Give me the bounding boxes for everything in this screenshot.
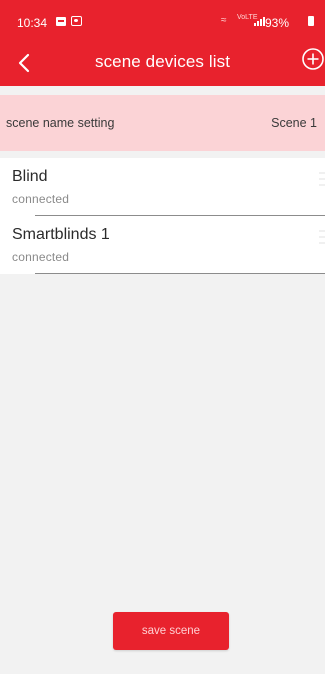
- device-status: connected: [12, 192, 70, 206]
- wifi-icon: ≈: [221, 15, 227, 26]
- scene-name-setting-label: scene name setting: [6, 116, 115, 130]
- battery-icon: [308, 16, 314, 26]
- drag-handle-icon[interactable]: [319, 230, 325, 254]
- device-name: Blind: [12, 168, 48, 185]
- app-notification-icon: [71, 16, 82, 26]
- device-status: connected: [12, 250, 70, 264]
- drag-handle-icon[interactable]: [319, 172, 325, 196]
- status-time: 10:34: [17, 16, 48, 30]
- battery-percentage: 93%: [265, 16, 290, 30]
- device-name: Smartblinds 1: [12, 226, 110, 243]
- page-title: scene devices list: [94, 52, 231, 71]
- list-item-device-blind[interactable]: Blind connected: [0, 158, 325, 216]
- plus-circle-icon: [302, 48, 324, 70]
- status-bar: 10:34 ≈ VoLTE 93%: [0, 0, 325, 44]
- chevron-left-icon: [18, 53, 30, 73]
- message-notification-icon: [56, 17, 66, 26]
- signal-icon: [254, 17, 265, 26]
- network-type-label: VoLTE: [237, 14, 258, 21]
- list-item-device-smartblinds-1[interactable]: Smartblinds 1 connected: [0, 216, 325, 274]
- back-button[interactable]: [10, 48, 40, 78]
- app-screen: 10:34 ≈ VoLTE 93% scene devices list sce…: [0, 0, 325, 674]
- divider: [35, 273, 325, 274]
- scene-name-value: Scene 1: [271, 116, 317, 130]
- scene-name-setting-row[interactable]: scene name setting Scene 1: [0, 95, 325, 151]
- app-bar: scene devices list: [0, 44, 325, 86]
- save-scene-button[interactable]: save scene: [113, 612, 229, 650]
- add-device-button[interactable]: [301, 47, 325, 71]
